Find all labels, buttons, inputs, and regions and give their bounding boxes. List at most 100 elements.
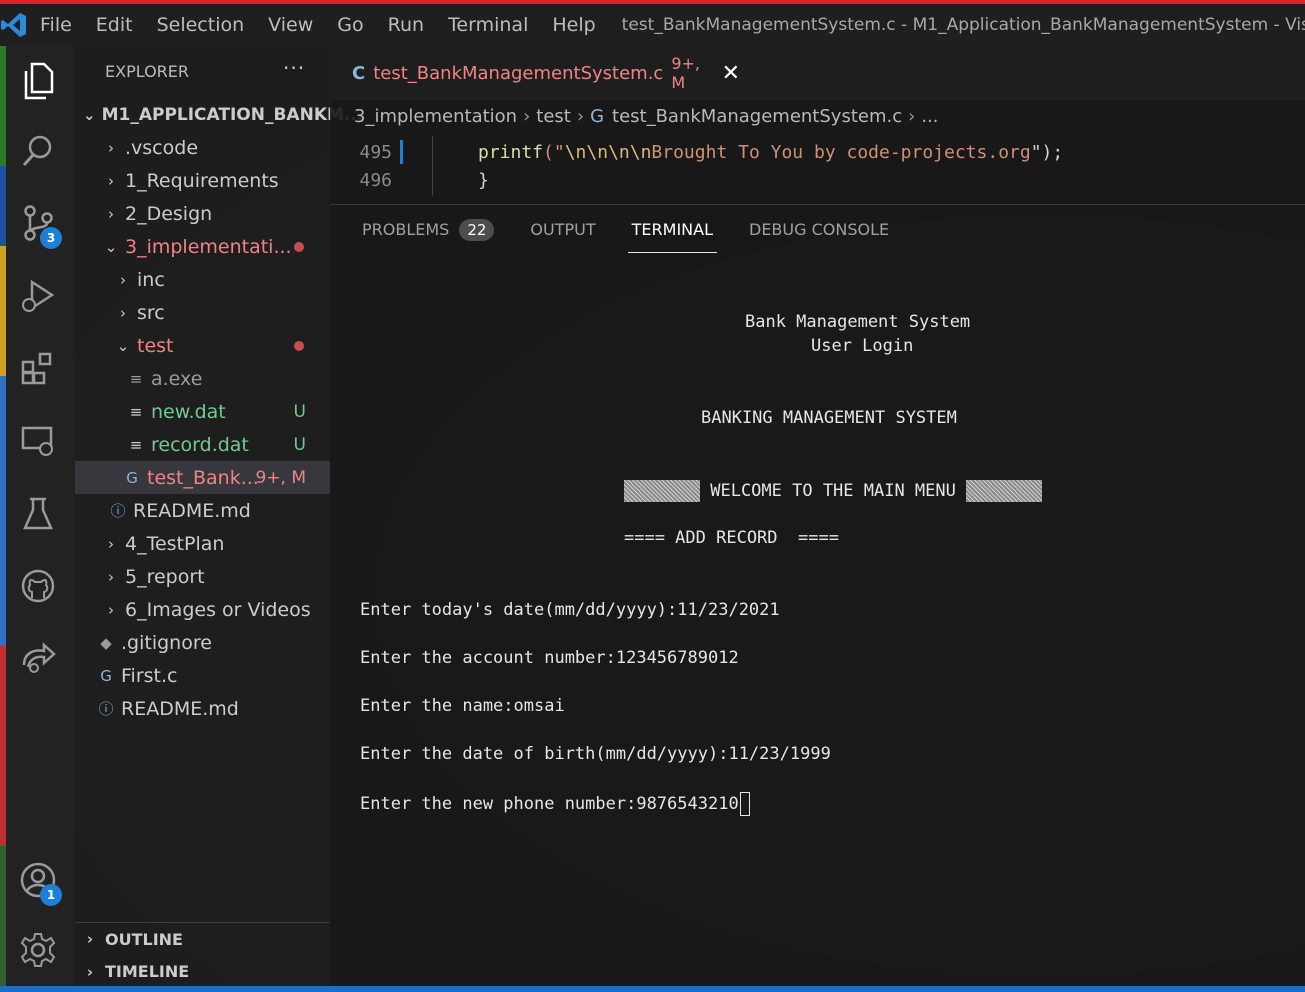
chevron-right-icon: ›: [86, 962, 94, 981]
c-file-icon: C: [352, 62, 366, 84]
terminal-prompt: Enter the date of birth(mm/dd/yyyy):11/2…: [360, 744, 831, 764]
tree-item-label: test: [137, 334, 174, 357]
code-string: Brought To You by code-projects.org: [651, 141, 1031, 163]
tree-folder-requirements[interactable]: › 1_Requirements: [75, 164, 330, 197]
problems-status: 9+, M: [255, 467, 306, 488]
code-editor[interactable]: 495 printf("\n\n\n\nBrought To You by co…: [330, 136, 1305, 198]
breadcrumb-item[interactable]: test_BankManagementSystem.c: [612, 106, 902, 127]
tree-item-label: First.c: [121, 664, 178, 687]
timeline-section[interactable]: › TIMELINE: [75, 955, 330, 988]
chevron-right-icon: ›: [108, 567, 114, 586]
line-number: 495: [359, 141, 392, 163]
welcome-text: WELCOME TO THE MAIN MENU: [700, 481, 967, 501]
explorer-more-actions-button[interactable]: ···: [283, 56, 305, 80]
tree-file-a-exe[interactable]: ≡ a.exe: [75, 362, 330, 395]
status-bar: [0, 986, 1305, 992]
workspace-root[interactable]: ⌄ M1_APPLICATION_BANKM...: [75, 98, 363, 131]
extensions-icon[interactable]: [0, 338, 75, 398]
breadcrumb-item[interactable]: test: [536, 106, 571, 127]
tab-debug-console-label: DEBUG CONSOLE: [749, 220, 890, 239]
remote-explorer-icon[interactable]: [0, 411, 75, 471]
terminal-prompt: Enter today's date(mm/dd/yyyy):11/23/202…: [360, 600, 780, 620]
tree-file-record-dat[interactable]: ≡ record.dat U: [75, 428, 330, 461]
error-dot-icon: [294, 340, 304, 351]
tab-status: 9+, M: [671, 54, 700, 92]
tab-output[interactable]: OUTPUT: [530, 205, 595, 255]
tree-folder-report[interactable]: › 5_report: [75, 560, 330, 593]
tree-file-test-bank[interactable]: G test_Bank... 9+, M: [75, 461, 330, 494]
menu-edit[interactable]: Edit: [84, 14, 145, 36]
tab-problems-label: PROBLEMS: [362, 220, 450, 239]
tree-file-gitignore[interactable]: ◆ .gitignore: [75, 626, 330, 659]
line-number: 496: [359, 169, 392, 191]
tree-item-label: .gitignore: [121, 631, 212, 654]
tree-folder-inc[interactable]: › inc: [75, 263, 330, 296]
file-lines-icon: ≡: [129, 369, 143, 388]
run-debug-icon[interactable]: [0, 266, 75, 326]
settings-gear-icon[interactable]: [0, 920, 75, 980]
tab-label: test_BankManagementSystem.c: [373, 62, 664, 84]
close-icon[interactable]: ✕: [722, 61, 740, 86]
chevron-right-icon: ›: [120, 270, 126, 289]
chevron-right-icon: ›: [108, 171, 114, 190]
code-text: printf("\n\n\n\nBrought To You by code-p…: [478, 142, 1063, 163]
tree-file-readme-root[interactable]: ⓘ README.md: [75, 692, 330, 725]
menu-run[interactable]: Run: [376, 14, 436, 36]
tab-terminal[interactable]: TERMINAL: [627, 205, 718, 255]
code-escape: \n\n\n\n: [564, 141, 652, 163]
terminal-prompt: Enter the name:omsai: [360, 696, 565, 716]
tree-folder-design[interactable]: › 2_Design: [75, 197, 330, 230]
tree-item-label: README.md: [133, 499, 251, 522]
menu-go[interactable]: Go: [325, 14, 375, 36]
tree-item-label: 5_report: [125, 565, 205, 588]
tree-folder-testplan[interactable]: › 4_TestPlan: [75, 527, 330, 560]
untracked-status: U: [293, 401, 306, 422]
tree-folder-images[interactable]: › 6_Images or Videos: [75, 593, 330, 626]
tab-debug-console[interactable]: DEBUG CONSOLE: [749, 205, 889, 255]
terminal-output[interactable]: Bank Management System User Login BANKIN…: [330, 256, 1305, 992]
breadcrumb-item[interactable]: 3_implementation: [354, 106, 517, 127]
c-file-icon: G: [126, 468, 138, 487]
c-file-icon: G: [100, 666, 112, 685]
panel-tabs: PROBLEMS 22 OUTPUT TERMINAL DEBUG CONSOL…: [330, 204, 1305, 254]
modified-gutter: [400, 140, 403, 164]
tree-item-label: 2_Design: [125, 202, 213, 225]
menu-selection[interactable]: Selection: [145, 14, 257, 36]
tab-output-label: OUTPUT: [530, 220, 596, 239]
menu-file[interactable]: File: [28, 14, 84, 36]
tree-folder-implementation[interactable]: ⌄ 3_implementati...: [75, 230, 330, 263]
tree-folder-src[interactable]: › src: [75, 296, 330, 329]
testing-icon[interactable]: [0, 484, 75, 544]
tree-item-label: src: [137, 301, 165, 324]
live-share-icon[interactable]: [0, 628, 75, 688]
outline-section[interactable]: › OUTLINE: [75, 922, 330, 955]
menu-help[interactable]: Help: [540, 14, 607, 36]
source-control-badge: 3: [40, 227, 62, 249]
menu-view[interactable]: View: [256, 14, 325, 36]
chevron-right-icon: ›: [108, 138, 114, 157]
tree-folder-vscode[interactable]: › .vscode: [75, 131, 330, 164]
tree-file-first-c[interactable]: G First.c: [75, 659, 330, 692]
breadcrumb-item[interactable]: ...: [921, 106, 938, 127]
tree-item-label: new.dat: [151, 400, 226, 423]
shade-block-icon: [624, 480, 700, 502]
terminal-menu-banner: WELCOME TO THE MAIN MENU: [624, 480, 1043, 502]
search-icon[interactable]: [0, 121, 75, 181]
terminal-heading: Bank Management System: [745, 312, 971, 332]
github-icon[interactable]: [0, 556, 75, 616]
explorer-icon[interactable]: [0, 51, 75, 111]
terminal-prompt: Enter the account number:123456789012: [360, 648, 739, 668]
accounts-icon[interactable]: 1: [0, 850, 75, 910]
shade-block-icon: [966, 480, 1043, 502]
c-file-icon: G: [590, 105, 605, 127]
tab-problems[interactable]: PROBLEMS 22: [362, 205, 495, 255]
code-text: }: [478, 169, 489, 191]
tree-file-new-dat[interactable]: ≡ new.dat U: [75, 395, 330, 428]
tab-test-bank-management[interactable]: C test_BankManagementSystem.c 9+, M ✕: [330, 46, 740, 100]
tree-item-label: test_Bank...: [147, 466, 259, 489]
source-control-icon[interactable]: 3: [0, 193, 75, 253]
tree-folder-test[interactable]: ⌄ test: [75, 329, 330, 362]
vscode-logo-icon: [0, 4, 28, 46]
tree-file-readme-impl[interactable]: ⓘ README.md: [75, 494, 330, 527]
menu-terminal[interactable]: Terminal: [436, 14, 540, 36]
